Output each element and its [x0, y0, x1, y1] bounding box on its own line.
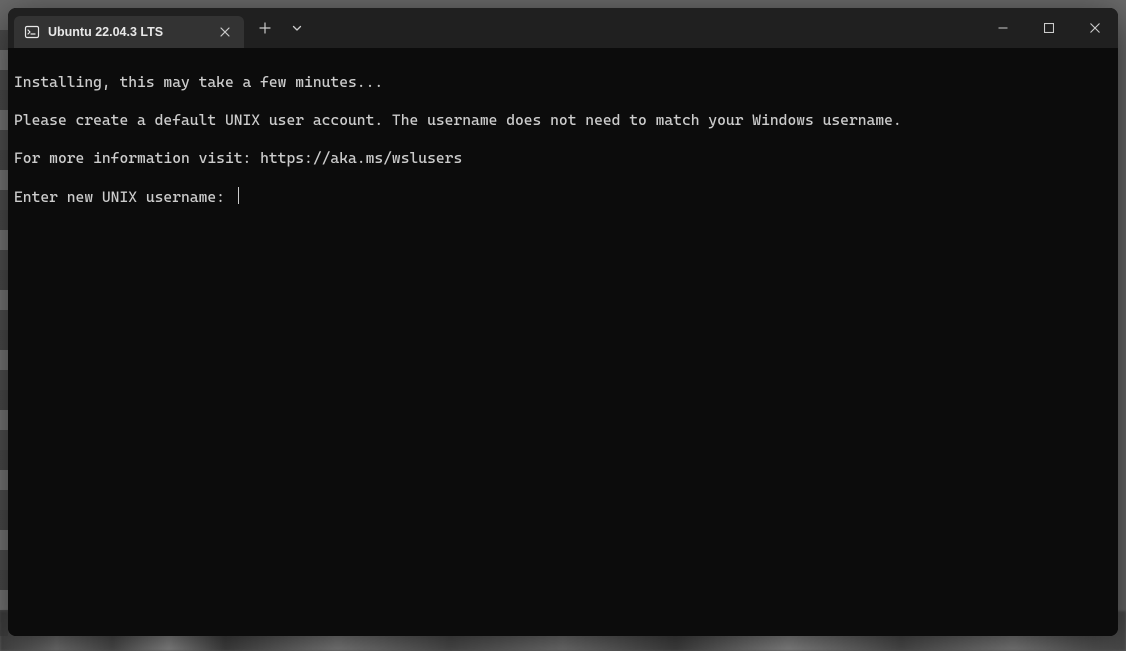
terminal-line: Installing, this may take a few minutes.… — [14, 73, 1112, 92]
minimize-button[interactable] — [980, 8, 1026, 48]
plus-icon — [259, 22, 271, 34]
title-bar[interactable]: Ubuntu 22.04.3 LTS — [8, 8, 1118, 48]
tab-ubuntu[interactable]: Ubuntu 22.04.3 LTS — [14, 16, 244, 48]
close-icon — [220, 27, 230, 37]
terminal-window: Ubuntu 22.04.3 LTS — [8, 8, 1118, 636]
new-tab-button[interactable] — [250, 13, 280, 43]
terminal-icon — [24, 24, 40, 40]
maximize-icon — [1044, 23, 1054, 33]
tab-title: Ubuntu 22.04.3 LTS — [48, 25, 208, 39]
tab-strip: Ubuntu 22.04.3 LTS — [8, 8, 244, 48]
close-icon — [1090, 23, 1100, 33]
terminal-line: For more information visit: https://aka.… — [14, 149, 1112, 168]
new-tab-controls — [244, 8, 312, 48]
desktop-background-left — [0, 30, 8, 636]
window-controls — [980, 8, 1118, 48]
chevron-down-icon — [292, 23, 302, 33]
tab-dropdown-button[interactable] — [282, 13, 312, 43]
terminal-output[interactable]: Installing, this may take a few minutes.… — [8, 48, 1118, 636]
title-bar-drag-region[interactable] — [312, 8, 980, 48]
minimize-icon — [998, 23, 1008, 33]
terminal-cursor — [238, 187, 239, 204]
maximize-button[interactable] — [1026, 8, 1072, 48]
tab-close-button[interactable] — [216, 23, 234, 41]
window-close-button[interactable] — [1072, 8, 1118, 48]
terminal-prompt: Enter new UNIX username: — [14, 188, 234, 206]
terminal-line: Please create a default UNIX user accoun… — [14, 111, 1112, 130]
